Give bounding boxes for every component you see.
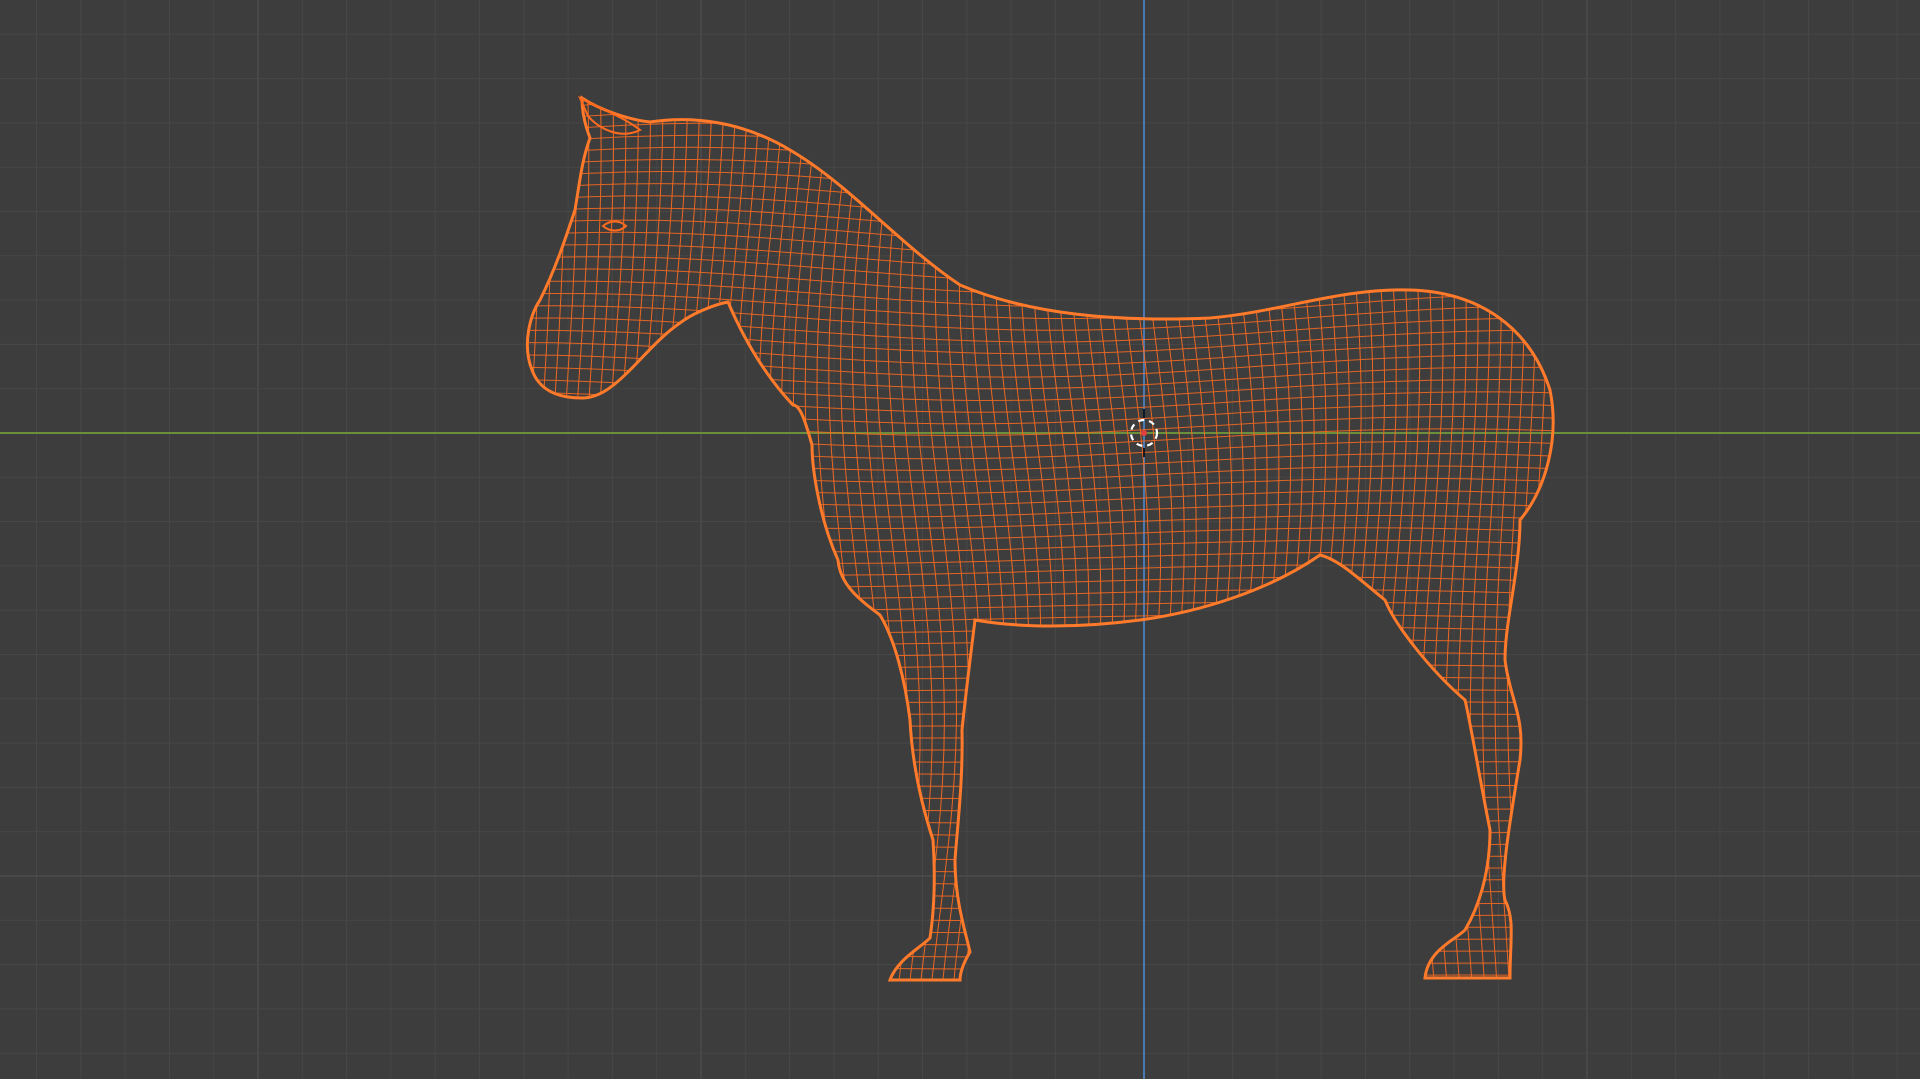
cursor-center-dot: [1141, 430, 1147, 436]
3d-viewport[interactable]: [0, 0, 1920, 1079]
viewport-canvas[interactable]: [0, 0, 1920, 1079]
